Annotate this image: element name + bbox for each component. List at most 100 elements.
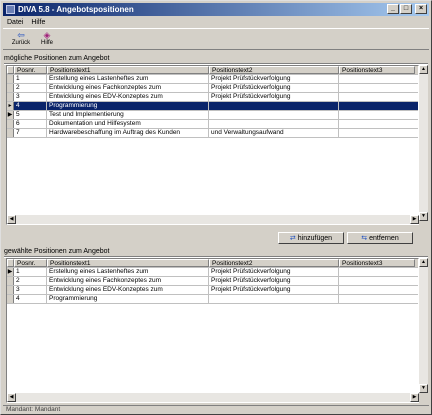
- help-button[interactable]: ◈ Hilfe: [35, 30, 59, 49]
- cell-positionstext2: Projekt Prüfstückverfolgung: [209, 93, 339, 101]
- cell-posnr: 6: [14, 120, 47, 128]
- cell-positionstext2: [209, 102, 339, 110]
- table-row[interactable]: 3 Entwicklung eines EDV-Konzeptes zum Proj…: [7, 286, 418, 295]
- cell-positionstext2: Projekt Prüfstückverfolgung: [209, 75, 339, 83]
- row-indicator-header: [7, 259, 14, 267]
- window-title: DIVA 5.8 - Angebotspositionen: [18, 5, 134, 14]
- remove-arrows-icon: ⇆: [361, 235, 368, 242]
- row-indicator[interactable]: ▶: [7, 111, 14, 119]
- cell-positionstext3: [339, 111, 415, 119]
- chosen-section-label: gewählte Positionen zum Angebot: [4, 248, 110, 255]
- cell-positionstext2: Projekt Prüfstückverfolgung: [209, 268, 339, 276]
- cell-positionstext2: Projekt Prüfstückverfolgung: [209, 286, 339, 294]
- col-posnr[interactable]: Posnr.: [14, 259, 47, 267]
- scroll-left-arrow-icon[interactable]: ◀: [7, 215, 16, 224]
- add-button[interactable]: ⇄ hinzufügen: [278, 232, 344, 244]
- menu-bar: Datei Hilfe: [3, 17, 45, 27]
- scroll-right-arrow-icon[interactable]: ▶: [410, 393, 419, 402]
- title-bar[interactable]: DIVA 5.8 - Angebotspositionen _ □ ×: [3, 3, 429, 16]
- remove-button[interactable]: ⇆ entfernen: [347, 232, 413, 244]
- cell-positionstext2: und Verwaltungsaufwand: [209, 129, 339, 137]
- table-row[interactable]: 6 Dokumentation und Hilfesystem: [7, 120, 418, 129]
- col-positionstext1[interactable]: Positionstext1: [47, 66, 209, 74]
- cell-positionstext1: Programmierung: [47, 295, 209, 303]
- col-positionstext2[interactable]: Positionstext2: [209, 66, 339, 74]
- row-indicator[interactable]: [7, 129, 14, 137]
- row-indicator[interactable]: [7, 295, 14, 303]
- add-label: hinzufügen: [297, 234, 333, 242]
- possible-horizontal-scrollbar[interactable]: ◀ ▶: [7, 215, 419, 224]
- menu-datei[interactable]: Datei: [7, 19, 23, 26]
- maximize-button[interactable]: □: [400, 4, 412, 14]
- table-row[interactable]: ▶ 5 Test und Implementierung: [7, 111, 418, 120]
- cell-positionstext2: Projekt Prüfstückverfolgung: [209, 84, 339, 92]
- cell-positionstext1: Entwicklung eines Fachkonzeptes zum: [47, 277, 209, 285]
- col-positionstext1[interactable]: Positionstext1: [47, 259, 209, 267]
- row-indicator[interactable]: [7, 286, 14, 294]
- scroll-right-arrow-icon[interactable]: ▶: [410, 215, 419, 224]
- possible-vertical-scrollbar[interactable]: ▲ ▼: [419, 65, 428, 225]
- cell-positionstext1: Test und Implementierung: [47, 111, 209, 119]
- cell-positionstext1: Dokumentation und Hilfesystem: [47, 120, 209, 128]
- table-row[interactable]: 3 Entwicklung eines EDV-Konzeptes zum Proj…: [7, 93, 418, 102]
- row-indicator[interactable]: [7, 84, 14, 92]
- chosen-positions-grid[interactable]: Posnr. Positionstext1 Positionstext2 Pos…: [6, 258, 419, 403]
- table-row[interactable]: 1 Erstellung eines Lastenheftes zum Projek…: [7, 75, 418, 84]
- cell-positionstext1: Entwicklung eines EDV-Konzeptes zum: [47, 93, 209, 101]
- cell-positionstext1: Entwicklung eines EDV-Konzeptes zum: [47, 286, 209, 294]
- add-arrows-icon: ⇄: [289, 235, 296, 242]
- cell-positionstext1: Hardwarebeschaffung im Auftrag des Kunde…: [47, 129, 209, 137]
- table-row[interactable]: 4 Programmierung: [7, 295, 418, 304]
- toolbar: ⇦ Zurück ◈ Hilfe: [3, 28, 429, 50]
- cell-positionstext3: [339, 102, 415, 110]
- chosen-vertical-scrollbar[interactable]: ▲ ▼: [419, 258, 428, 403]
- col-positionstext3[interactable]: Positionstext3: [339, 66, 415, 74]
- row-indicator[interactable]: [7, 277, 14, 285]
- cell-positionstext2: Projekt Prüfstückverfolgung: [209, 277, 339, 285]
- cell-posnr: 7: [14, 129, 47, 137]
- row-indicator[interactable]: ▶: [7, 268, 14, 276]
- cell-positionstext3: [339, 75, 415, 83]
- cell-posnr: 3: [14, 286, 47, 294]
- col-posnr[interactable]: Posnr.: [14, 66, 47, 74]
- cell-posnr: 5: [14, 111, 47, 119]
- cell-positionstext3: [339, 120, 415, 128]
- possible-positions-grid[interactable]: Posnr. Positionstext1 Positionstext2 Pos…: [6, 65, 419, 225]
- scroll-up-arrow-icon[interactable]: ▲: [419, 258, 428, 267]
- table-row[interactable]: ▶ 1 Erstellung eines Lastenheftes zum Proje…: [7, 268, 418, 277]
- cell-positionstext2: [209, 111, 339, 119]
- cell-posnr: 1: [14, 75, 47, 83]
- cell-positionstext2: [209, 120, 339, 128]
- scroll-left-arrow-icon[interactable]: ◀: [7, 393, 16, 402]
- table-row[interactable]: ▸ 4 Programmierung: [7, 102, 418, 111]
- row-indicator[interactable]: ▸: [7, 102, 14, 110]
- cell-positionstext3: [339, 268, 415, 276]
- row-indicator[interactable]: [7, 75, 14, 83]
- cell-positionstext3: [339, 93, 415, 101]
- chosen-horizontal-scrollbar[interactable]: ◀ ▶: [7, 393, 419, 402]
- back-button[interactable]: ⇦ Zurück: [9, 30, 33, 49]
- scroll-down-arrow-icon[interactable]: ▼: [419, 384, 428, 393]
- cell-positionstext3: [339, 84, 415, 92]
- row-indicator[interactable]: [7, 120, 14, 128]
- cell-positionstext1: Entwicklung eines Fachkonzeptes zum: [47, 84, 209, 92]
- close-button[interactable]: ×: [415, 4, 427, 14]
- col-positionstext3[interactable]: Positionstext3: [339, 259, 415, 267]
- cell-positionstext3: [339, 277, 415, 285]
- menu-hilfe[interactable]: Hilfe: [31, 19, 45, 26]
- col-positionstext2[interactable]: Positionstext2: [209, 259, 339, 267]
- table-row[interactable]: 2 Entwicklung eines Fachkonzeptes zum Proj…: [7, 84, 418, 93]
- grid-header: Posnr. Positionstext1 Positionstext2 Pos…: [7, 259, 418, 268]
- minimize-button[interactable]: _: [387, 4, 399, 14]
- table-row[interactable]: 7 Hardwarebeschaffung im Auftrag des Kund…: [7, 129, 418, 138]
- cell-posnr: 2: [14, 277, 47, 285]
- cell-posnr: 4: [14, 295, 47, 303]
- cell-posnr: 2: [14, 84, 47, 92]
- scroll-down-arrow-icon[interactable]: ▼: [419, 212, 428, 221]
- table-row[interactable]: 2 Entwicklung eines Fachkonzeptes zum Proj…: [7, 277, 418, 286]
- cell-posnr: 1: [14, 268, 47, 276]
- cell-positionstext3: [339, 295, 415, 303]
- scroll-up-arrow-icon[interactable]: ▲: [419, 65, 428, 74]
- cell-posnr: 4: [14, 102, 47, 110]
- row-indicator[interactable]: [7, 93, 14, 101]
